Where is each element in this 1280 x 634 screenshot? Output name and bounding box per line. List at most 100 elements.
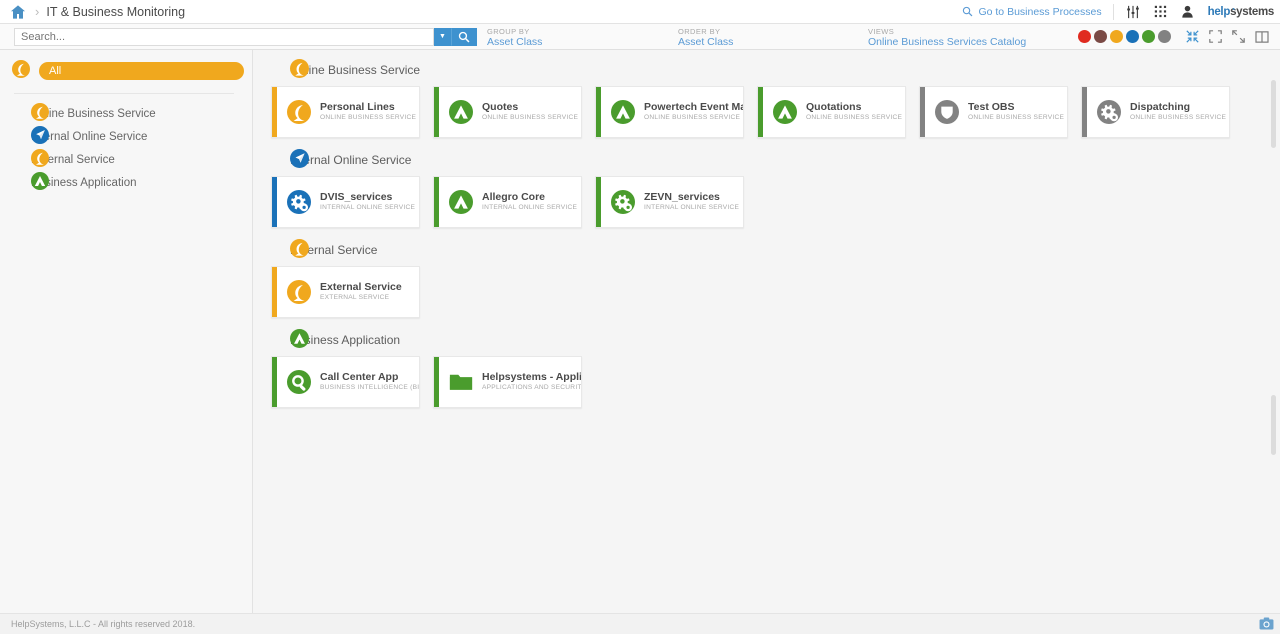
card-title: Helpsystems - Appli… [482, 371, 581, 383]
card-status-accent [434, 357, 439, 407]
card-title: Allegro Core [482, 191, 546, 203]
card-type-icon [773, 100, 797, 124]
asset-card[interactable]: Personal Lines ONLINE BUSINESS SERVICE [271, 86, 420, 138]
home-icon[interactable] [10, 4, 26, 20]
logo-mark-icon: ◔ [1230, 4, 1236, 14]
asset-card[interactable]: DVIS_services INTERNAL ONLINE SERVICE [271, 176, 420, 228]
order-by-field[interactable]: ORDER BY Asset Class [678, 27, 733, 48]
collapse-arrows-icon[interactable] [1181, 30, 1204, 43]
card-status-accent [596, 177, 601, 227]
scrollbar-thumb-lower[interactable] [1271, 395, 1276, 455]
card-type-icon [287, 190, 311, 214]
card-subtitle: INTERNAL ONLINE SERVICE [644, 204, 740, 211]
card-status-accent [272, 357, 277, 407]
card-title: Test OBS [968, 101, 1015, 113]
asset-card[interactable]: Allegro Core INTERNAL ONLINE SERVICE [433, 176, 582, 228]
card-status-accent [272, 87, 277, 137]
footer: HelpSystems, L.L.C - All rights reserved… [0, 613, 1280, 634]
search-icon [963, 6, 973, 17]
status-dot-warning[interactable] [1110, 30, 1123, 43]
asset-card[interactable]: Quotes ONLINE BUSINESS SERVICE [433, 86, 582, 138]
card-status-accent [596, 87, 601, 137]
asset-card[interactable]: Dispatching ONLINE BUSINESS SERVICE [1081, 86, 1230, 138]
helpsystems-logo: ◔ help systems [1206, 4, 1275, 18]
sidebar-item-external-service[interactable]: External Service [0, 148, 252, 171]
views-field[interactable]: VIEWS Online Business Services Catalog [868, 27, 1026, 48]
scrollbar-thumb-upper[interactable] [1271, 80, 1276, 148]
card-subtitle: APPLICATIONS AND SECURITY … [482, 384, 581, 391]
asset-card[interactable]: Quotations ONLINE BUSINESS SERVICE [757, 86, 906, 138]
card-list: Personal Lines ONLINE BUSINESS SERVICE Quo… [253, 86, 1280, 138]
user-account-icon[interactable] [1181, 5, 1194, 18]
card-status-accent [272, 177, 277, 227]
views-value: Online Business Services Catalog [868, 36, 1027, 48]
group-by-value: Asset Class [487, 36, 543, 48]
toolbar-right-actions [1078, 30, 1280, 43]
card-title: ZEVN_services [644, 191, 720, 203]
copyright-text: HelpSystems, L.L.C - All rights reserved… [11, 619, 196, 629]
status-dot-info[interactable] [1126, 30, 1139, 43]
search-dropdown-caret[interactable]: ▼ [434, 27, 451, 46]
group-header: Business Application [253, 328, 1280, 356]
asset-card[interactable]: Test OBS ONLINE BUSINESS SERVICE [919, 86, 1068, 138]
header-actions: Go to Business Processes ◔ help systems [962, 0, 1274, 23]
grid-apps-icon[interactable] [1154, 5, 1167, 18]
fit-screen-icon[interactable] [1204, 30, 1227, 43]
card-subtitle: BUSINESS INTELLIGENCE (BI) [320, 384, 419, 391]
top-bar: › IT & Business Monitoring Go to Busines… [0, 0, 1280, 24]
sidebar-all-label: All [49, 65, 62, 77]
card-type-icon [611, 190, 635, 214]
screenshot-camera-icon[interactable] [1259, 617, 1274, 632]
page-title: IT & Business Monitoring [46, 4, 186, 19]
card-subtitle: INTERNAL ONLINE SERVICE [482, 204, 578, 211]
status-dot-unknown[interactable] [1158, 30, 1171, 43]
card-status-accent [758, 87, 763, 137]
sidebar-item-business-application[interactable]: Business Application [0, 171, 252, 194]
card-type-icon [449, 100, 473, 124]
sidebar-all-pill: All [39, 62, 244, 80]
card-title: Quotes [482, 101, 519, 113]
search-submit-button[interactable] [451, 27, 477, 46]
status-dot-ok[interactable] [1142, 30, 1155, 43]
card-list: DVIS_services INTERNAL ONLINE SERVICE Alle… [253, 176, 1280, 228]
asset-card[interactable]: ZEVN_services INTERNAL ONLINE SERVICE [595, 176, 744, 228]
sidebar-item-internal-online-service[interactable]: Internal Online Service [0, 125, 252, 148]
status-dot-critical[interactable] [1078, 30, 1091, 43]
asset-group: Internal Online Service DVIS_services INT… [253, 148, 1280, 228]
split-panel-icon[interactable] [1250, 30, 1274, 43]
logo-primary-text: help [1207, 5, 1231, 18]
asset-card[interactable]: External Service EXTERNAL SERVICE [271, 266, 420, 318]
expand-arrows-icon[interactable] [1227, 30, 1250, 43]
card-subtitle: ONLINE BUSINESS SERVICE [320, 114, 417, 121]
card-status-accent [1082, 87, 1087, 137]
group-by-field[interactable]: GROUP BY Asset Class [487, 27, 542, 48]
asset-card[interactable]: Powertech Event Ma…ONLINE BUSINESS SERVI… [595, 86, 744, 138]
order-by-value: Asset Class [678, 36, 734, 48]
catalog-content: Online Business Service Personal Lines ONL… [253, 50, 1280, 613]
card-type-icon [287, 280, 311, 304]
search-input[interactable] [14, 27, 434, 46]
sliders-icon[interactable] [1126, 5, 1140, 19]
card-type-icon [287, 370, 311, 394]
card-list: External Service EXTERNAL SERVICE [253, 266, 1280, 318]
card-title: Powertech Event Ma… [644, 101, 743, 113]
group-header: Online Business Service [253, 58, 1280, 86]
asset-group: Business Application Call Center App BUSIN… [253, 328, 1280, 408]
sidebar-item-online-business-service[interactable]: Online Business Service [0, 102, 252, 125]
search-icon [458, 31, 470, 42]
card-subtitle: INTERNAL ONLINE SERVICE [320, 204, 416, 211]
card-title: DVIS_services [320, 191, 393, 203]
asset-card[interactable]: Helpsystems - Appli…APPLICATIONS AND SEC… [433, 356, 582, 408]
sidebar: All Online Business Service Internal Onli… [0, 50, 253, 613]
card-title: Quotations [806, 101, 862, 113]
asset-card[interactable]: Call Center App BUSINESS INTELLIGENCE (BI… [271, 356, 420, 408]
sidebar-item-all[interactable]: All [0, 59, 252, 81]
status-dot-major[interactable] [1094, 30, 1107, 43]
group-badge-icon [290, 59, 309, 81]
group-title: Online Business Service [290, 63, 421, 77]
card-type-icon [449, 370, 473, 394]
badge-peak-green-icon [31, 172, 49, 193]
group-badge-icon [290, 239, 309, 261]
asset-group: Online Business Service Personal Lines ONL… [253, 58, 1280, 138]
go-to-business-processes-link[interactable]: Go to Business Processes [962, 6, 1112, 18]
